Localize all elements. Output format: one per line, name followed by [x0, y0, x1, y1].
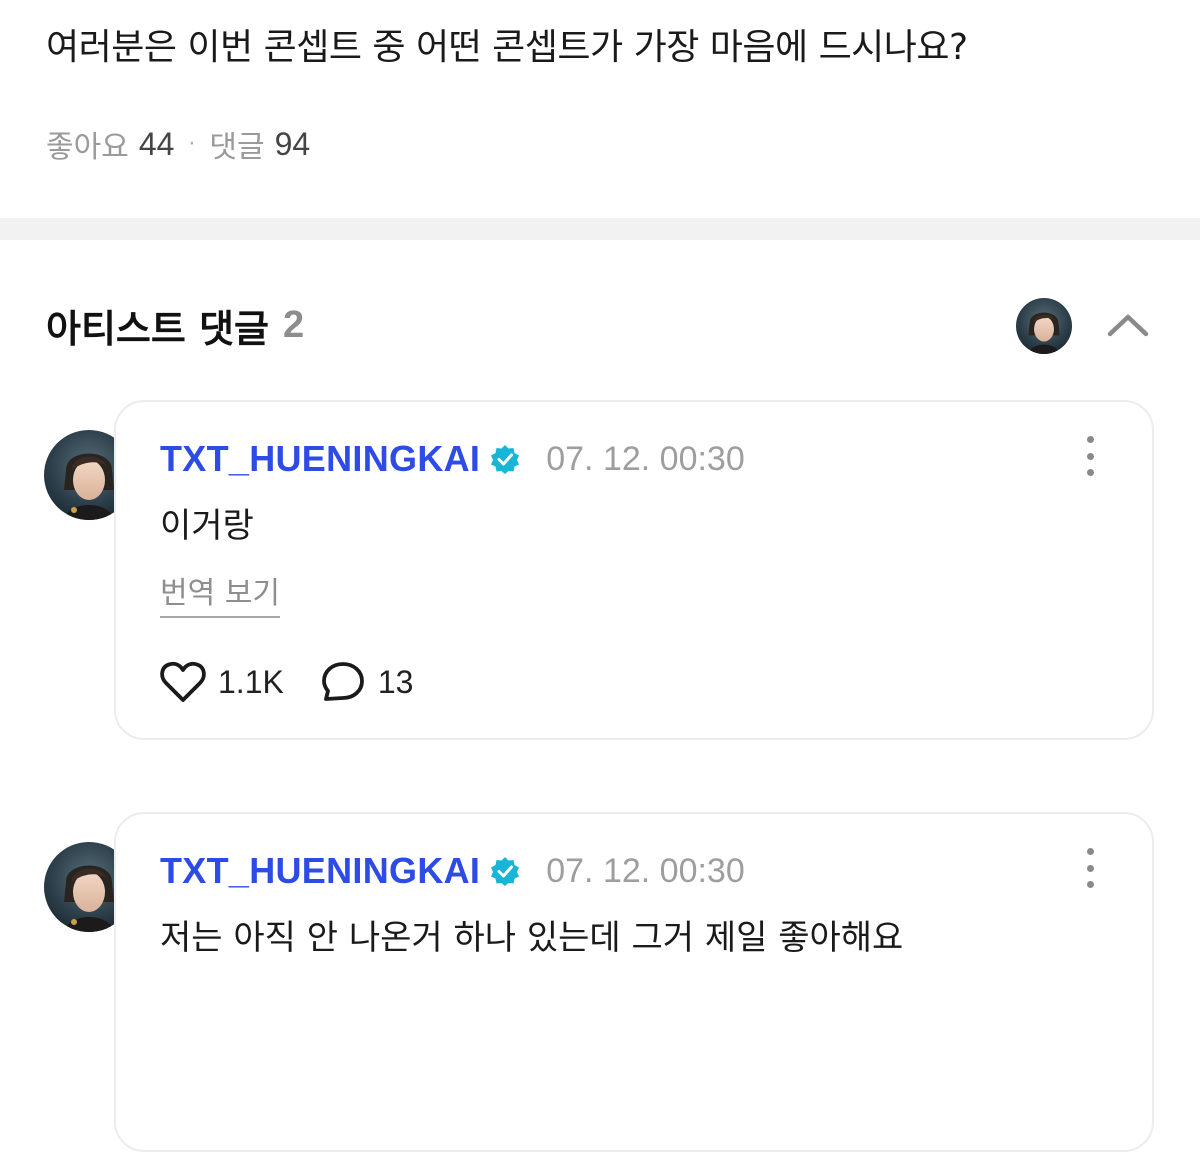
speech-bubble-icon [321, 662, 364, 701]
artist-comments-count: 2 [283, 304, 305, 346]
post-question: 여러분은 이번 콘셉트 중 어떤 콘셉트가 가장 마음에 드시나요? [46, 27, 968, 68]
comment-author-row: TXT_HUENINGKAI 07. 12. 00:30 [160, 438, 745, 480]
verified-badge-icon [491, 445, 520, 474]
more-dot-icon [1086, 436, 1094, 443]
comment-card: TXT_HUENINGKAI 07. 12. 00:30 저는 아직 안 나온거… [114, 812, 1154, 1152]
comment-text: 이거랑 [160, 506, 254, 546]
avatar-image [1016, 298, 1072, 354]
chevron-up-icon [1107, 314, 1149, 337]
stats-separator: · [188, 131, 196, 157]
post-stats: 좋아요 44 · 댓글 94 [46, 122, 310, 166]
artist-comments-title: 아티스트 댓글 [46, 307, 269, 351]
likes-label: 좋아요 [46, 130, 129, 165]
more-dot-icon [1086, 452, 1094, 460]
comment-timestamp: 07. 12. 00:30 [546, 851, 745, 890]
translate-link[interactable]: 번역 보기 [160, 568, 280, 618]
comment-card: TXT_HUENINGKAI 07. 12. 00:30 이거랑 번역 보기 1… [114, 400, 1154, 740]
likes-count: 44 [138, 125, 175, 162]
comment-author-row: TXT_HUENINGKAI 07. 12. 00:30 [160, 850, 745, 892]
section-divider [0, 218, 1200, 240]
comment-actions: 1.1K 13 [160, 660, 449, 704]
comment-author-name[interactable]: TXT_HUENINGKAI [160, 850, 480, 892]
more-dot-icon [1086, 469, 1094, 476]
reply-button[interactable]: 13 [320, 660, 414, 704]
comment-text: 저는 아직 안 나온거 하나 있는데 그거 제일 좋아해요 [160, 918, 904, 958]
more-dot-icon [1086, 848, 1094, 855]
comments-count: 94 [274, 125, 311, 162]
comment-timestamp: 07. 12. 00:30 [546, 439, 745, 478]
comments-label: 댓글 [209, 130, 265, 165]
more-dot-icon [1086, 864, 1094, 872]
like-count: 1.1K [218, 663, 284, 700]
more-dot-icon [1086, 881, 1094, 888]
more-options-button[interactable] [1078, 848, 1102, 888]
verified-badge-icon [491, 857, 520, 886]
more-options-button[interactable] [1078, 436, 1102, 476]
reply-count: 13 [377, 663, 414, 700]
heart-icon [160, 661, 206, 702]
artist-avatar[interactable] [1016, 298, 1072, 354]
comment-author-name[interactable]: TXT_HUENINGKAI [160, 438, 480, 480]
like-button[interactable]: 1.1K [160, 661, 284, 703]
artist-comments-header: 아티스트 댓글 2 [46, 298, 304, 353]
collapse-button[interactable] [1100, 300, 1156, 350]
